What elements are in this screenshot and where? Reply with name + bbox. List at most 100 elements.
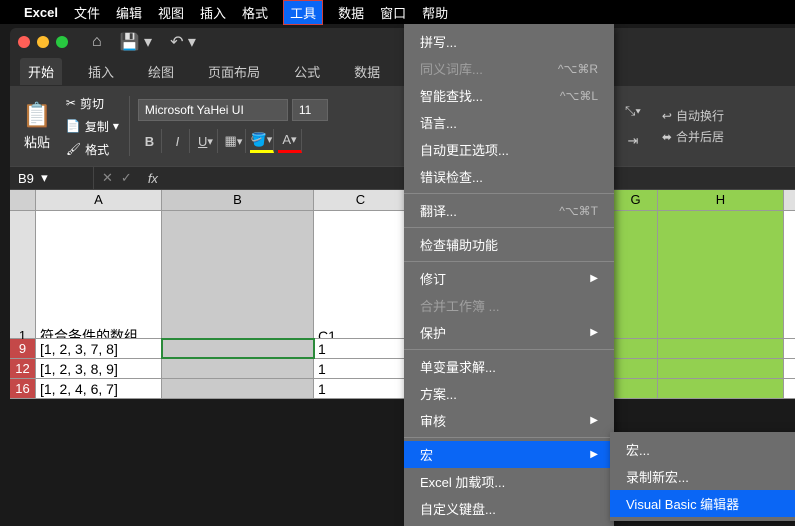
maximize-button[interactable]	[56, 36, 68, 48]
indent-button[interactable]: ⇥	[620, 130, 646, 152]
menu-insert[interactable]: 插入	[200, 3, 226, 22]
cell[interactable]	[658, 211, 784, 338]
fill-color-button[interactable]: 🪣▾	[250, 129, 274, 153]
menu-tools[interactable]: 工具	[284, 1, 322, 24]
menu-separator	[404, 437, 614, 438]
menu-item-error-check[interactable]: 错误检查...	[404, 163, 614, 190]
format-painter-button[interactable]: 🖌格式	[64, 139, 121, 160]
menu-window[interactable]: 窗口	[380, 3, 406, 22]
cell[interactable]	[614, 359, 658, 378]
col-header-h[interactable]: H	[658, 190, 784, 210]
undo-icon[interactable]: ↶ ▾	[170, 32, 196, 52]
paste-label: 粘贴	[24, 132, 50, 151]
menu-item-audit[interactable]: 审核▶	[404, 407, 614, 434]
cell[interactable]	[614, 379, 658, 398]
cell[interactable]	[658, 339, 784, 358]
font-name-select[interactable]	[138, 99, 288, 121]
tab-home[interactable]: 开始	[20, 58, 62, 85]
tab-insert[interactable]: 插入	[80, 58, 122, 85]
menu-view[interactable]: 视图	[158, 3, 184, 22]
cancel-formula-icon[interactable]: ✕	[102, 170, 113, 186]
cell[interactable]	[162, 211, 314, 338]
tab-data[interactable]: 数据	[346, 58, 388, 85]
menu-item-language[interactable]: 语言...	[404, 109, 614, 136]
cell[interactable]: [1, 2, 3, 7, 8]	[36, 339, 162, 358]
close-button[interactable]	[18, 36, 30, 48]
scissors-icon: ✂	[66, 96, 76, 110]
minimize-button[interactable]	[37, 36, 49, 48]
row-header-12[interactable]: 12	[10, 359, 36, 378]
copy-button[interactable]: 📄复制▾	[64, 116, 121, 137]
cell[interactable]	[162, 359, 314, 378]
cell[interactable]: 符合条件的数组	[36, 211, 162, 338]
menu-item-scenarios[interactable]: 方案...	[404, 380, 614, 407]
menu-help[interactable]: 帮助	[422, 3, 448, 22]
table-row: 16 [1, 2, 4, 6, 7] 1 2	[10, 379, 795, 399]
spreadsheet: A B C G H 1 符合条件的数组 C1 C2 9 [1, 2, 3, 7,…	[10, 190, 795, 399]
menu-item-spelling[interactable]: 拼写...	[404, 28, 614, 55]
paste-button[interactable]: 📋 粘贴	[18, 97, 56, 155]
submenu-item-record-macro[interactable]: 录制新宏...	[610, 463, 795, 490]
accept-formula-icon[interactable]: ✓	[121, 170, 132, 186]
row-header-1[interactable]: 1	[10, 211, 36, 338]
menu-item-smart-lookup[interactable]: 智能查找...^⌥⌘L	[404, 82, 614, 109]
font-color-button[interactable]: A▾	[278, 129, 302, 153]
tab-formulas[interactable]: 公式	[286, 58, 328, 85]
menu-item-customize-keyboard[interactable]: 自定义键盘...	[404, 495, 614, 522]
menu-item-addins[interactable]: Excel 加载项...	[404, 468, 614, 495]
name-box[interactable]: B9 ▾	[10, 167, 94, 189]
merge-button[interactable]: ⬌合并后居	[662, 128, 724, 145]
cell-selected[interactable]	[162, 339, 314, 358]
wrap-text-button[interactable]: ↩自动换行	[662, 107, 724, 124]
menu-data[interactable]: 数据	[338, 3, 364, 22]
row-header-9[interactable]: 9	[10, 339, 36, 358]
menu-file[interactable]: 文件	[74, 3, 100, 22]
select-all-corner[interactable]	[10, 190, 36, 210]
cell[interactable]: 1	[314, 339, 408, 358]
font-size-select[interactable]	[292, 99, 328, 121]
menu-item-accessibility[interactable]: 检查辅助功能	[404, 231, 614, 258]
submenu-item-macros[interactable]: 宏...	[610, 436, 795, 463]
menu-item-translate[interactable]: 翻译...^⌥⌘T	[404, 197, 614, 224]
orientation-button[interactable]: ⤡▾	[620, 100, 646, 122]
menu-item-macro[interactable]: 宏▶	[404, 441, 614, 468]
copy-icon: 📄	[66, 119, 81, 133]
ribbon-tabs: 开始 插入 绘图 页面布局 公式 数据	[10, 56, 795, 86]
cell[interactable]: [1, 2, 4, 6, 7]	[36, 379, 162, 398]
cell[interactable]	[162, 379, 314, 398]
col-header-c[interactable]: C	[314, 190, 408, 210]
cell[interactable]	[658, 379, 784, 398]
border-button[interactable]: ▦▾	[222, 129, 246, 153]
submenu-item-vba-editor[interactable]: Visual Basic 编辑器	[610, 490, 795, 517]
cell[interactable]: 1	[314, 359, 408, 378]
menu-item-protect[interactable]: 保护▶	[404, 319, 614, 346]
cell[interactable]	[614, 211, 658, 338]
cell[interactable]: 1	[314, 379, 408, 398]
underline-button[interactable]: U▾	[194, 129, 218, 153]
brush-icon: 🖌	[66, 142, 81, 156]
menu-format[interactable]: 格式	[242, 3, 268, 22]
tab-draw[interactable]: 绘图	[140, 58, 182, 85]
system-menubar: Excel 文件 编辑 视图 插入 格式 工具 数据 窗口 帮助	[0, 0, 795, 24]
tab-layout[interactable]: 页面布局	[200, 58, 268, 85]
table-row: 12 [1, 2, 3, 8, 9] 1 2	[10, 359, 795, 379]
fx-label[interactable]: fx	[140, 171, 166, 186]
col-header-b[interactable]: B	[162, 190, 314, 210]
menu-item-revisions[interactable]: 修订▶	[404, 265, 614, 292]
menu-item-goal-seek[interactable]: 单变量求解...	[404, 353, 614, 380]
cut-button[interactable]: ✂剪切	[64, 93, 121, 114]
app-name[interactable]: Excel	[24, 5, 58, 20]
menu-item-autocorrect[interactable]: 自动更正选项...	[404, 136, 614, 163]
cell[interactable]: [1, 2, 3, 8, 9]	[36, 359, 162, 378]
cell[interactable]: C1	[314, 211, 408, 338]
save-icon[interactable]: 💾 ▾	[120, 32, 152, 52]
col-header-g[interactable]: G	[614, 190, 658, 210]
row-header-16[interactable]: 16	[10, 379, 36, 398]
cell[interactable]	[614, 339, 658, 358]
italic-button[interactable]: I	[166, 129, 190, 153]
menu-edit[interactable]: 编辑	[116, 3, 142, 22]
home-icon[interactable]: ⌂	[92, 33, 102, 51]
cell[interactable]	[658, 359, 784, 378]
bold-button[interactable]: B	[138, 129, 162, 153]
col-header-a[interactable]: A	[36, 190, 162, 210]
